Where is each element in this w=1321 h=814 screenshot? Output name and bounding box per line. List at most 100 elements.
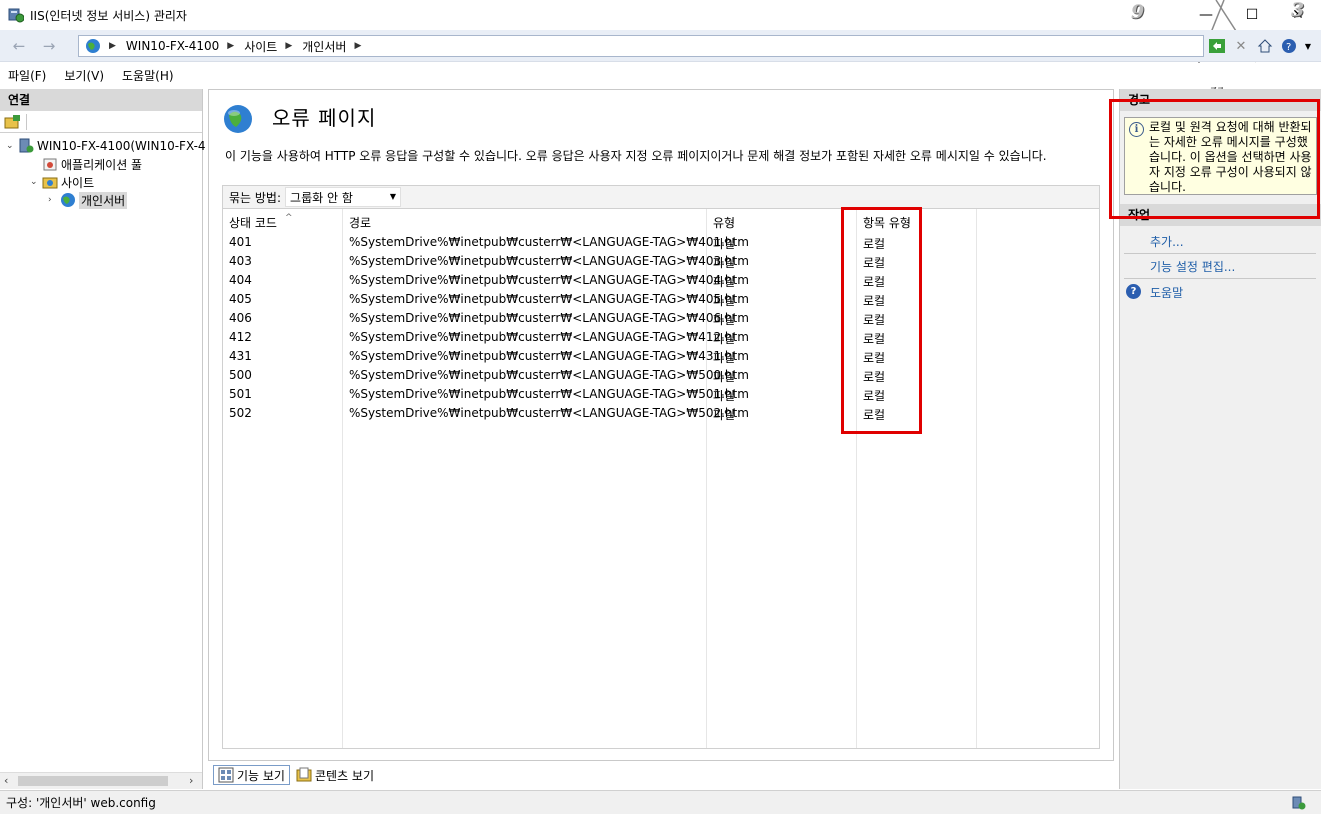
table-row[interactable]: 500 %SystemDrive%₩inetpub₩custerr₩<LANGUA… [223, 366, 1100, 385]
connections-header: 연결 [0, 89, 202, 111]
tree-item-sites[interactable]: ⌄ 사이트 [30, 173, 94, 191]
page-title: 오류 페이지 [272, 106, 377, 130]
cell-path: %SystemDrive%₩inetpub₩custerr₩<LANGUAGE-… [349, 292, 749, 306]
help-menu-icon[interactable]: ? [1280, 37, 1298, 55]
address-field[interactable]: ▶ WIN10-FX-4100 ▶ 사이트 ▶ 개인서버 ▶ [78, 35, 1204, 57]
collapse-icon[interactable]: ⌄ [30, 177, 42, 187]
stop-icon[interactable]: ✕ [1232, 37, 1250, 55]
table-row[interactable]: 401 %SystemDrive%₩inetpub₩custerr₩<LANGUA… [223, 233, 1100, 252]
error-pages-table: 상태 코드 ^ 경로 유형 항목 유형 401 %SystemDrive%₩ine… [222, 209, 1100, 749]
menu-file[interactable]: 파일(F) [8, 67, 46, 84]
connect-icon[interactable] [4, 114, 22, 130]
breadcrumb-sites[interactable]: 사이트 [244, 38, 277, 55]
status-bar: 구성: '개인서버' web.config [0, 790, 1321, 814]
cell-status-code: 500 [229, 368, 252, 382]
annotation-number: 9 [1131, 1, 1145, 23]
content-view-icon [296, 767, 312, 782]
highlight-box-alert [1109, 99, 1320, 219]
tab-features-view[interactable]: 기능 보기 [213, 765, 290, 785]
menu-view[interactable]: 보기(V) [64, 67, 104, 84]
cell-type: 파일 [713, 275, 736, 289]
table-row[interactable]: 406 %SystemDrive%₩inetpub₩custerr₩<LANGUA… [223, 309, 1100, 328]
cell-status-code: 403 [229, 254, 252, 268]
cell-status-code: 501 [229, 387, 252, 401]
error-pages-globe-icon [224, 105, 252, 133]
breadcrumb-server[interactable]: WIN10-FX-4100 [126, 39, 219, 53]
cell-path: %SystemDrive%₩inetpub₩custerr₩<LANGUAGE-… [349, 406, 749, 420]
group-by-label: 묶는 방법: [229, 190, 282, 205]
cell-type: 파일 [713, 256, 736, 270]
cell-path: %SystemDrive%₩inetpub₩custerr₩<LANGUAGE-… [349, 235, 749, 249]
horizontal-scrollbar[interactable]: ‹ › [0, 772, 202, 789]
connections-pane: 연결 ⌄ WIN10-FX-4100(WIN10-FX-4 애플리케이션 풀 ⌄… [0, 89, 206, 789]
tree-item-site[interactable]: › 개인서버 [48, 191, 128, 209]
tab-content-view[interactable]: 콘텐츠 보기 [292, 765, 378, 785]
action-add[interactable]: 추가... [1150, 233, 1184, 250]
table-row[interactable]: 403 %SystemDrive%₩inetpub₩custerr₩<LANGUA… [223, 252, 1100, 271]
table-row[interactable]: 501 %SystemDrive%₩inetpub₩custerr₩<LANGUA… [223, 385, 1100, 404]
table-row[interactable]: 502 %SystemDrive%₩inetpub₩custerr₩<LANGUA… [223, 404, 1100, 423]
cell-path: %SystemDrive%₩inetpub₩custerr₩<LANGUAGE-… [349, 368, 749, 382]
column-header-type[interactable]: 유형 [713, 214, 735, 231]
dropdown-arrow-icon: ▼ [389, 192, 397, 201]
annotation-number: 3 [1291, 0, 1305, 21]
sites-folder-icon [42, 177, 58, 189]
group-by-bar: 묶는 방법: 그룹화 안 함 ▼ [222, 185, 1100, 209]
connections-toolbar [0, 111, 202, 133]
forward-button[interactable]: → [36, 34, 62, 58]
cell-type: 파일 [713, 351, 736, 365]
cell-status-code: 431 [229, 349, 252, 363]
server-icon [19, 138, 34, 153]
help-icon[interactable]: ? [1126, 284, 1141, 299]
group-by-select[interactable]: 그룹화 안 함 ▼ [285, 187, 402, 207]
table-row[interactable]: 431 %SystemDrive%₩inetpub₩custerr₩<LANGUA… [223, 347, 1100, 366]
cell-status-code: 412 [229, 330, 252, 344]
cell-type: 파일 [713, 332, 736, 346]
menu-bar: 파일(F) 보기(V) 도움말(H) [0, 63, 1321, 87]
network-status-icon [1292, 796, 1306, 810]
cell-type: 파일 [713, 313, 736, 327]
dropdown-arrow-icon[interactable]: ▼ [1304, 37, 1312, 55]
column-header-status-code[interactable]: 상태 코드 ^ [229, 213, 293, 231]
column-header-path[interactable]: 경로 [349, 214, 371, 231]
cell-path: %SystemDrive%₩inetpub₩custerr₩<LANGUAGE-… [349, 387, 749, 401]
action-help[interactable]: 도움말 [1150, 284, 1183, 301]
window-title: IIS(인터넷 정보 서비스) 관리자 [30, 9, 187, 23]
cell-path: %SystemDrive%₩inetpub₩custerr₩<LANGUAGE-… [349, 311, 749, 325]
action-divider [1124, 278, 1316, 279]
app-pool-icon [43, 158, 57, 171]
toolbar-divider [26, 113, 27, 130]
scroll-left-icon[interactable]: ‹ [4, 774, 8, 787]
cell-status-code: 406 [229, 311, 252, 325]
features-view-icon [218, 767, 234, 783]
expand-icon[interactable]: › [48, 195, 60, 205]
view-tabs: 기능 보기 콘텐츠 보기 [213, 764, 380, 786]
cell-status-code: 502 [229, 406, 252, 420]
tree-item-server[interactable]: ⌄ WIN10-FX-4100(WIN10-FX-4 [6, 137, 206, 155]
cell-type: 파일 [713, 294, 736, 308]
feature-description: 이 기능을 사용하여 HTTP 오류 응답을 구성할 수 있습니다. 오류 응답… [225, 149, 1047, 163]
refresh-icon[interactable] [1208, 37, 1226, 55]
cell-path: %SystemDrive%₩inetpub₩custerr₩<LANGUAGE-… [349, 273, 749, 287]
back-button[interactable]: ← [6, 34, 32, 58]
action-edit-feature-settings[interactable]: 기능 설정 편집... [1150, 258, 1235, 275]
address-bar: ← → ▶ WIN10-FX-4100 ▶ 사이트 ▶ 개인서버 ▶ ✕ ? ▼ [0, 30, 1321, 62]
scrollbar-thumb[interactable] [18, 776, 168, 786]
cell-status-code: 405 [229, 292, 252, 306]
feature-panel: 오류 페이지 이 기능을 사용하여 HTTP 오류 응답을 구성할 수 있습니다… [208, 89, 1114, 761]
breadcrumb-site[interactable]: 개인서버 [302, 38, 346, 55]
cell-path: %SystemDrive%₩inetpub₩custerr₩<LANGUAGE-… [349, 254, 749, 268]
breadcrumb-arrow-icon: ▶ [227, 41, 235, 51]
globe-icon [61, 193, 75, 207]
table-row[interactable]: 412 %SystemDrive%₩inetpub₩custerr₩<LANGUA… [223, 328, 1100, 347]
collapse-icon[interactable]: ⌄ [6, 141, 18, 151]
table-row[interactable]: 405 %SystemDrive%₩inetpub₩custerr₩<LANGUA… [223, 290, 1100, 309]
action-divider [1124, 253, 1316, 254]
home-icon[interactable] [1256, 37, 1274, 55]
iis-manager-icon [8, 8, 24, 23]
table-row[interactable]: 404 %SystemDrive%₩inetpub₩custerr₩<LANGUA… [223, 271, 1100, 290]
menu-help[interactable]: 도움말(H) [122, 67, 174, 84]
cell-status-code: 401 [229, 235, 252, 249]
tree-item-app-pools[interactable]: 애플리케이션 풀 [30, 155, 142, 173]
scroll-right-icon[interactable]: › [189, 774, 193, 787]
